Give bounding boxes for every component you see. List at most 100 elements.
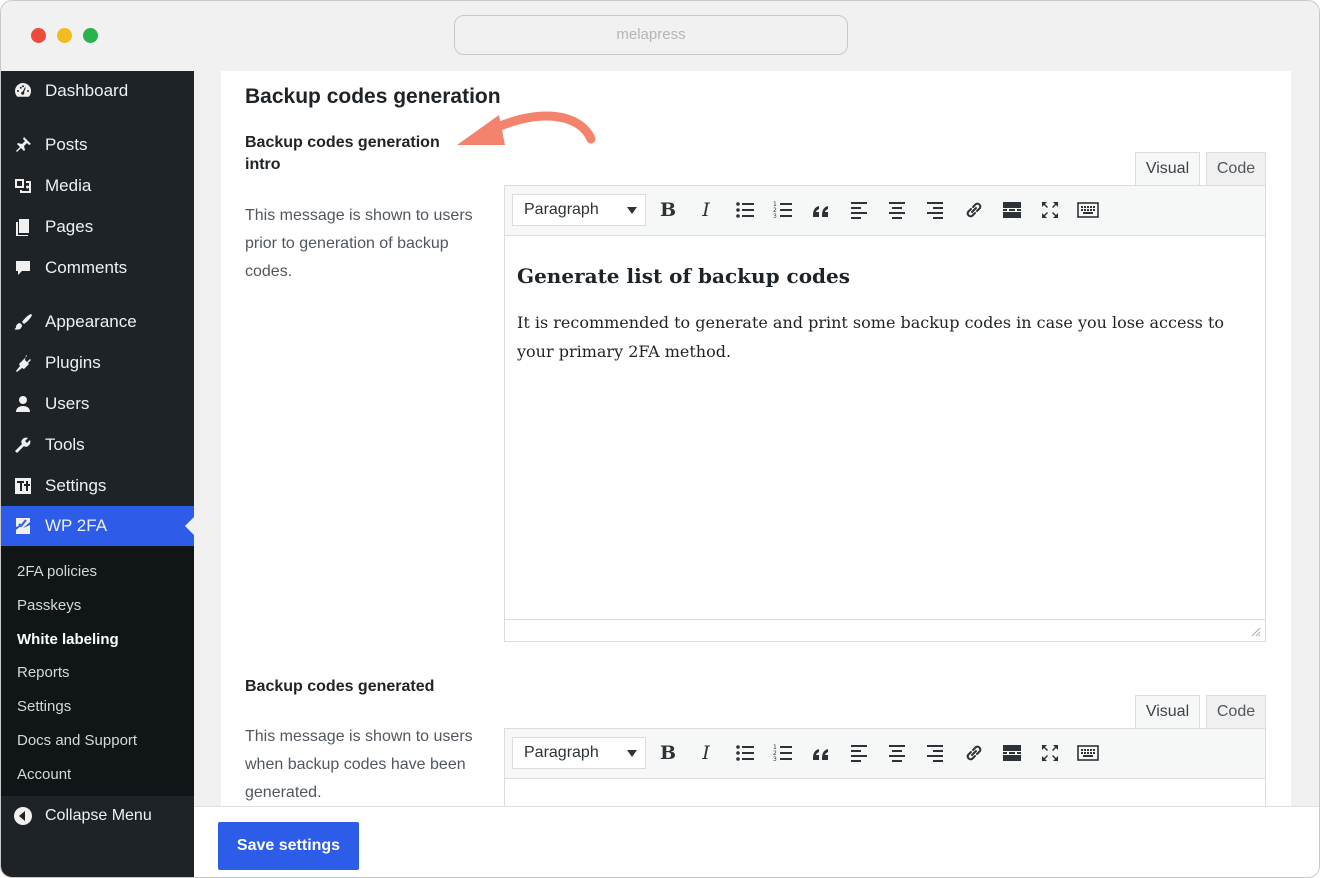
sidebar-item-label: WP 2FA <box>45 516 108 535</box>
align-center-icon[interactable] <box>885 741 909 765</box>
collapse-arrow-icon <box>13 806 33 826</box>
settings-icon <box>12 475 34 497</box>
submenu-item-account[interactable]: Account <box>17 766 71 783</box>
sidebar-item-posts[interactable]: Posts <box>1 125 194 165</box>
annotation-arrow-icon <box>457 111 596 145</box>
sidebar-item-label: Comments <box>45 258 128 277</box>
blockquote-icon[interactable] <box>809 198 833 222</box>
pages-icon <box>12 216 34 238</box>
italic-icon[interactable]: I <box>694 198 718 222</box>
blockquote-icon[interactable] <box>809 741 833 765</box>
editor-toolbar-2: Paragraph B I 123 <box>505 729 1265 779</box>
editor-content[interactable]: Generate list of backup codes It is reco… <box>505 236 1265 388</box>
comment-icon <box>12 257 34 279</box>
submenu-item-docs-and-support[interactable]: Docs and Support <box>17 732 137 749</box>
format-select-2[interactable]: Paragraph <box>512 737 646 769</box>
bullet-list-icon[interactable] <box>733 741 757 765</box>
settings-footer: Save settings <box>194 806 1319 877</box>
fullscreen-icon[interactable] <box>1038 741 1062 765</box>
title-bar: melapress <box>1 1 1319 71</box>
chevron-down-icon <box>627 750 637 757</box>
tab-code-2[interactable]: Code <box>1206 695 1266 729</box>
dashboard-icon <box>12 80 34 102</box>
sidebar-item-appearance[interactable]: Appearance <box>1 302 194 342</box>
bold-icon[interactable]: B <box>656 741 680 765</box>
svg-text:3: 3 <box>773 756 777 763</box>
link-icon[interactable] <box>962 198 986 222</box>
svg-text:3: 3 <box>773 213 777 220</box>
sidebar-item-label: Dashboard <box>45 81 129 100</box>
sidebar-item-label: Media <box>45 176 92 195</box>
rich-text-editor-2: Paragraph B I 123 <box>504 728 1266 806</box>
sidebar-item-label: Pages <box>45 217 94 236</box>
sidebar-item-tools[interactable]: Tools <box>1 425 194 465</box>
numbered-list-icon[interactable]: 123 <box>771 198 795 222</box>
sidebar-item-settings[interactable]: Settings <box>1 466 194 506</box>
field-description-codes-generated: This message is shown to users when back… <box>245 728 473 801</box>
tab-code[interactable]: Code <box>1206 152 1266 186</box>
admin-sidebar: Dashboard Posts Media Pages Comments App… <box>1 71 194 877</box>
format-select[interactable]: Paragraph <box>512 194 646 226</box>
save-settings-button[interactable]: Save settings <box>218 822 359 870</box>
rich-text-editor: Paragraph B I 123 Generate list of backu… <box>504 185 1266 642</box>
browser-window: melapress Dashboard Posts Media Pages Co… <box>0 0 1320 878</box>
submenu-item-passkeys[interactable]: Passkeys <box>17 597 81 614</box>
align-left-icon[interactable] <box>847 198 871 222</box>
sidebar-item-label: Appearance <box>45 312 137 331</box>
minimize-window-button[interactable] <box>57 28 72 43</box>
wrench-icon <box>12 434 34 456</box>
bold-icon[interactable]: B <box>656 198 680 222</box>
submenu-item-2fa-policies[interactable]: 2FA policies <box>17 563 97 580</box>
sidebar-item-label: Settings <box>45 476 107 495</box>
chevron-down-icon <box>627 207 637 214</box>
sidebar-item-label: Users <box>45 394 90 413</box>
align-right-icon[interactable] <box>923 741 947 765</box>
editor-status-bar <box>505 619 1265 641</box>
close-window-button[interactable] <box>31 28 46 43</box>
maximize-window-button[interactable] <box>83 28 98 43</box>
submenu-item-settings[interactable]: Settings <box>17 698 71 715</box>
align-center-icon[interactable] <box>885 198 909 222</box>
user-icon <box>12 393 34 415</box>
sidebar-item-label: Tools <box>45 435 85 454</box>
sidebar-item-wp-2fa[interactable]: WP 2FA <box>1 506 194 546</box>
read-more-icon[interactable] <box>1000 741 1024 765</box>
field-description-generation-intro: This message is shown to users prior to … <box>245 207 473 280</box>
editor-paragraph: It is recommended to generate and print … <box>517 313 1225 361</box>
submenu-item-reports[interactable]: Reports <box>17 664 70 681</box>
align-right-icon[interactable] <box>923 198 947 222</box>
tab-visual[interactable]: Visual <box>1135 152 1200 186</box>
tab-visual-2[interactable]: Visual <box>1135 695 1200 729</box>
plug-icon <box>12 352 34 374</box>
bullet-list-icon[interactable] <box>733 198 757 222</box>
align-left-icon[interactable] <box>847 741 871 765</box>
right-gutter <box>1291 71 1319 806</box>
wp2fa-icon <box>12 515 34 537</box>
sidebar-item-label: Posts <box>45 135 88 154</box>
submenu-item-white-labeling[interactable]: White labeling <box>17 631 119 648</box>
collapse-menu-button[interactable]: Collapse Menu <box>1 796 194 836</box>
sidebar-item-media[interactable]: Media <box>1 166 194 206</box>
sidebar-item-plugins[interactable]: Plugins <box>1 343 194 383</box>
sidebar-item-comments[interactable]: Comments <box>1 248 194 288</box>
address-bar[interactable]: melapress <box>454 15 848 55</box>
resize-handle-icon[interactable] <box>1251 627 1261 637</box>
sidebar-item-users[interactable]: Users <box>1 384 194 424</box>
sidebar-item-label: Plugins <box>45 353 101 372</box>
format-select-value: Paragraph <box>524 744 599 761</box>
editor-toolbar: Paragraph B I 123 <box>505 186 1265 236</box>
field-label-generation-intro: Backup codes generation intro <box>245 134 440 173</box>
sidebar-item-dashboard[interactable]: Dashboard <box>1 71 194 111</box>
italic-icon[interactable]: I <box>694 741 718 765</box>
field-label-codes-generated: Backup codes generated <box>245 678 435 695</box>
read-more-icon[interactable] <box>1000 198 1024 222</box>
keyboard-icon[interactable] <box>1076 198 1100 222</box>
editor-heading: Generate list of backup codes <box>517 264 851 288</box>
pin-icon <box>12 134 34 156</box>
format-select-value: Paragraph <box>524 201 599 218</box>
link-icon[interactable] <box>962 741 986 765</box>
numbered-list-icon[interactable]: 123 <box>771 741 795 765</box>
keyboard-icon[interactable] <box>1076 741 1100 765</box>
sidebar-item-pages[interactable]: Pages <box>1 207 194 247</box>
fullscreen-icon[interactable] <box>1038 198 1062 222</box>
